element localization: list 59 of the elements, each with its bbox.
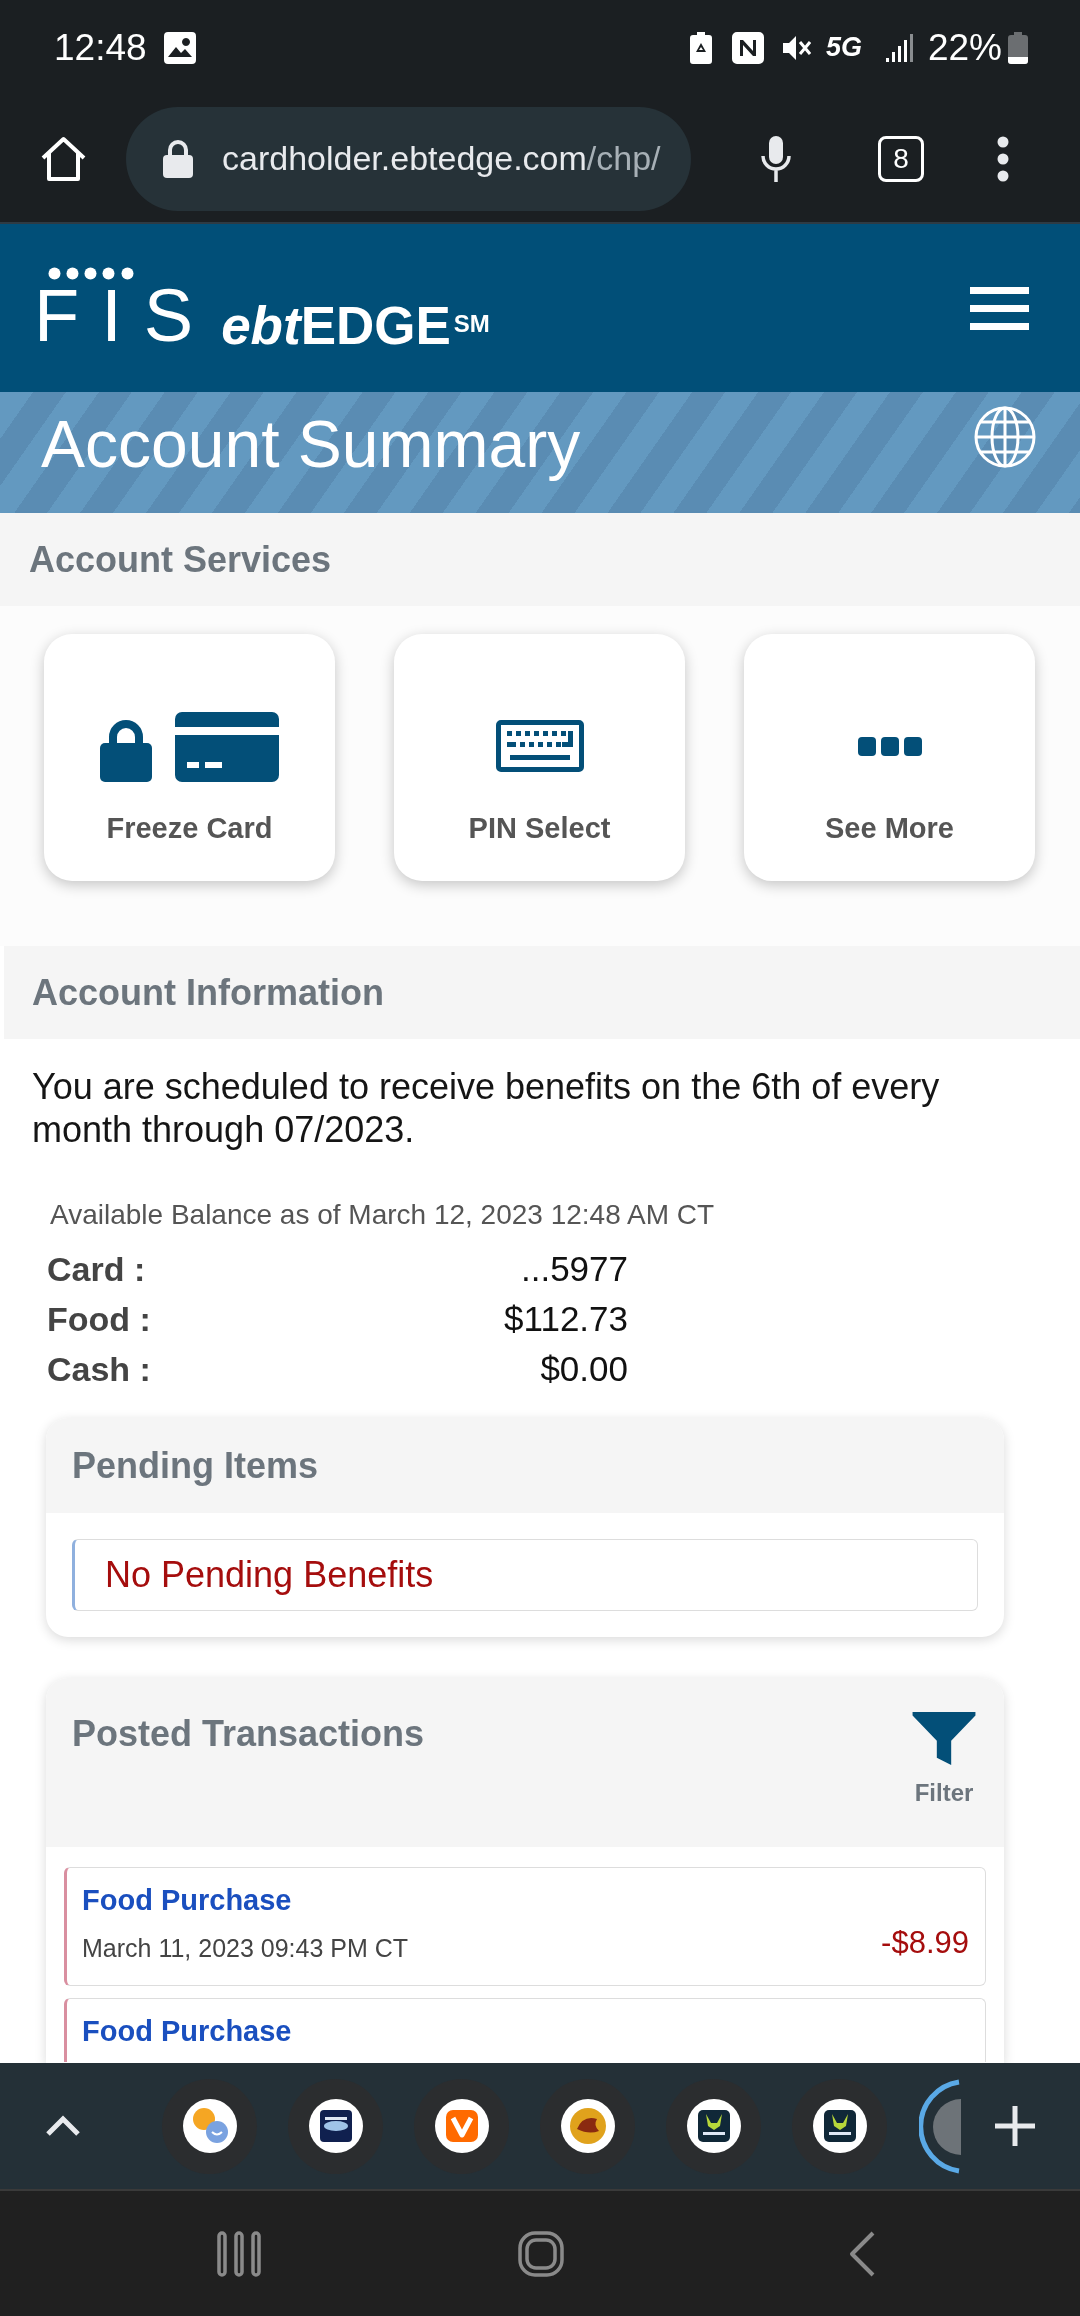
balance-label: Food : [47, 1298, 151, 1340]
balance-value: ...5977 [520, 1247, 628, 1290]
schedule-text: You are scheduled to receive benefits on the 6th of every month through 07/2023. [32, 1065, 941, 1151]
lock-icon [163, 139, 193, 178]
tile-icon [686, 2099, 741, 2153]
chevron-tile-icon [434, 2099, 489, 2153]
action-card[interactable]: See More [744, 634, 1035, 881]
action-card[interactable]: Freeze Card [44, 634, 335, 881]
clock-text: 12:48 [54, 29, 147, 66]
more-menu-icon[interactable] [997, 135, 1009, 182]
transaction-date: March 11, 2023 09:43 PM CT [82, 1933, 409, 1964]
recents-icon[interactable] [217, 2230, 261, 2277]
balance-value: $112.73 [504, 1297, 628, 1340]
section-title: Account Information [32, 970, 384, 1015]
transaction-item[interactable]: Food Purchase March 11, 2023 09:43 PM CT -$8.99 [64, 1867, 986, 1986]
padlock-icon [100, 718, 152, 782]
microphone-icon [761, 135, 791, 182]
chevron-up-icon[interactable] [45, 2115, 81, 2137]
logo-text: FIS [34, 281, 216, 350]
transaction-title: Food Purchase [82, 1883, 292, 1918]
credit-card-icon [175, 712, 279, 782]
home-icon[interactable] [518, 2230, 564, 2277]
home-button[interactable] [40, 134, 87, 183]
signal-icon [885, 33, 914, 62]
filter-button[interactable]: Filter [909, 1712, 979, 1807]
keyboard-icon [495, 720, 584, 772]
notice-text: No Pending Benefits [105, 1553, 434, 1597]
page-title: Account Summary [41, 406, 581, 482]
tile-icon [812, 2099, 867, 2153]
battery-percent: 22% [927, 29, 1002, 66]
ring-icon[interactable] [919, 2078, 961, 2174]
game-logo-icon [308, 2099, 363, 2153]
transaction-amount: -$8.99 [881, 1925, 969, 1961]
back-icon[interactable] [848, 2230, 876, 2277]
more-icon [857, 736, 922, 756]
logo-dots-icon [48, 266, 134, 280]
card-title: Posted Transactions [72, 1713, 425, 1755]
transaction-title: Food Purchase [82, 2014, 292, 2049]
plus-icon[interactable] [995, 2106, 1035, 2146]
globe-icon[interactable] [974, 406, 1036, 468]
image-icon [163, 31, 196, 64]
product-name: ebtEDGE$^{SM}$ [221, 298, 490, 352]
chat-bubbles-icon [182, 2099, 237, 2153]
home-icon [40, 135, 87, 182]
battery-saver-icon [689, 31, 712, 64]
card-title: Pending Items [72, 1443, 319, 1488]
menu-icon[interactable] [970, 286, 1029, 330]
address-bar[interactable]: cardholder.ebtedge.com/chp/ [126, 106, 691, 211]
balance-value: $0.00 [540, 1347, 628, 1390]
tab-count-button[interactable]: 8 [878, 135, 924, 182]
network-label: 5G [825, 34, 862, 61]
balance-label: Cash : [47, 1348, 151, 1390]
balance-caption: Available Balance as of March 12, 2023 12:48 AM CT [50, 1198, 716, 1232]
battery-icon [1008, 31, 1028, 64]
action-card[interactable]: PIN Select [394, 634, 685, 881]
medallion-icon [560, 2099, 615, 2153]
section-title: Account Services [29, 537, 332, 582]
balance-label: Card : [47, 1248, 146, 1290]
nfc-icon [731, 31, 764, 64]
